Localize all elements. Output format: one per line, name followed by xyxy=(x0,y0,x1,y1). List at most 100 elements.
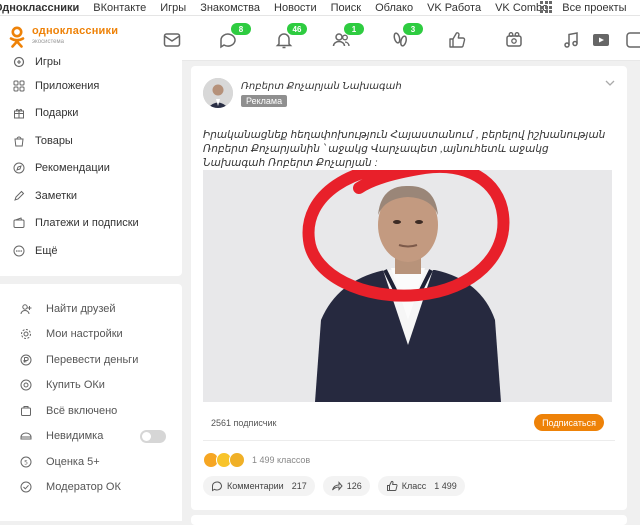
sidebar-item-recommendations[interactable]: Рекомендации xyxy=(0,155,182,183)
reactions-summary[interactable]: 1 499 классов xyxy=(203,452,310,468)
topnav-link-search[interactable]: Поиск xyxy=(331,2,361,14)
tool-my-settings[interactable]: Мои настройки xyxy=(0,322,182,348)
tool-all-included[interactable]: Всё включено xyxy=(0,398,182,424)
logo-subtitle: экосистема xyxy=(32,39,64,45)
post-text: Իրականացնեք հեղափոխություն Հայաստանում ,… xyxy=(203,129,606,169)
top-projects-bar: Одноклассники ВКонтакте Игры Знакомства … xyxy=(0,0,640,16)
more-dots-icon xyxy=(13,245,25,257)
tool-label: Перевести деньги xyxy=(46,353,139,366)
feed-post: Ռոբերտ Քոչարյան Նախագահ Реклама Իրականաց… xyxy=(191,66,627,510)
shares-count: 126 xyxy=(346,481,362,491)
video-icon[interactable] xyxy=(590,29,612,51)
gear-icon xyxy=(20,328,32,340)
subscribe-button[interactable]: Подписаться xyxy=(534,414,604,431)
invisible-toggle[interactable] xyxy=(140,429,166,443)
sidebar-item-gifts[interactable]: Подарки xyxy=(0,100,182,128)
sidebar-item-more[interactable]: Ещё xyxy=(0,237,182,265)
politician-photo xyxy=(203,170,612,402)
user-menu-icon[interactable] xyxy=(624,29,640,51)
gamepad-icon xyxy=(13,56,25,68)
like-button[interactable]: Класс 1 499 xyxy=(377,476,465,496)
sidebar-item-label: Приложения xyxy=(35,79,100,92)
tool-rating-5plus[interactable]: 5 Оценка 5+ xyxy=(0,449,182,475)
author-avatar[interactable] xyxy=(203,78,233,108)
topnav-link-vk-jobs[interactable]: VK Работа xyxy=(427,2,481,14)
next-feed-post xyxy=(191,515,627,525)
tool-transfer-money[interactable]: Перевести деньги xyxy=(0,347,182,373)
reactions-count: 1 499 классов xyxy=(252,455,311,465)
guests-icon[interactable]: 3 xyxy=(389,23,423,51)
gift-icon xyxy=(13,107,25,119)
sidebar-nav: Игры Приложения Подарки Товары Рекоменда… xyxy=(0,52,182,276)
tool-find-friends[interactable]: Найти друзей xyxy=(0,296,182,322)
comments-label: Комментарии xyxy=(227,481,284,491)
rating-5plus-icon: 5 xyxy=(20,456,32,468)
post-author[interactable]: Ռոբերտ Քոչարյան Նախագահ xyxy=(241,81,402,92)
sidebar-tools: Найти друзей Мои настройки Перевести ден… xyxy=(0,284,182,521)
post-image[interactable] xyxy=(203,170,612,402)
topnav-link-news[interactable]: Новости xyxy=(274,2,317,14)
ok-logo-icon xyxy=(8,26,26,48)
comments-count: 217 xyxy=(291,481,307,491)
guests-badge: 3 xyxy=(403,23,423,35)
tool-label: Купить ОКи xyxy=(46,379,105,392)
messages-icon[interactable] xyxy=(161,29,183,51)
sidebar-item-label: Рекомендации xyxy=(35,162,110,175)
likes-icon[interactable] xyxy=(446,29,468,51)
add-friend-icon xyxy=(20,303,32,315)
logo-title: одноклассники xyxy=(32,25,119,37)
sad-reaction-icon xyxy=(229,452,245,468)
tool-label: Мои настройки xyxy=(46,328,123,341)
ok-logo[interactable]: одноклассники экосистема xyxy=(8,26,118,48)
apps-icon xyxy=(13,80,25,92)
likes-count: 1 499 xyxy=(434,481,457,491)
topnav-link-ok[interactable]: Одноклассники xyxy=(0,2,79,14)
tool-label: Невидимка xyxy=(46,430,104,443)
topnav-link-cloud[interactable]: Облако xyxy=(375,2,413,14)
topnav-link-all-projects[interactable]: Все проекты xyxy=(562,2,626,14)
video-call-icon[interactable] xyxy=(503,29,525,51)
wallet-icon xyxy=(13,217,25,229)
topnav-link-games[interactable]: Игры xyxy=(160,2,186,14)
topnav-link-vk[interactable]: ВКонтакте xyxy=(93,2,146,14)
comments-button[interactable]: Комментарии 217 xyxy=(203,476,315,496)
invisible-icon xyxy=(20,430,32,442)
sidebar-item-payments[interactable]: Платежи и подписки xyxy=(0,210,182,238)
post-actions: Комментарии 217 126 Класс 1 499 xyxy=(203,476,473,496)
sidebar-item-label: Заметки xyxy=(35,189,78,202)
music-icon[interactable] xyxy=(560,29,582,51)
friends-icon[interactable]: 1 xyxy=(330,23,364,51)
tool-buy-oki[interactable]: Купить ОКи xyxy=(0,373,182,399)
topnav-link-dating[interactable]: Знакомства xyxy=(200,2,260,14)
moderator-icon xyxy=(20,481,32,493)
subscriber-count: 2561 подписчик xyxy=(211,418,277,428)
tool-label: Оценка 5+ xyxy=(46,455,100,468)
compass-icon xyxy=(13,162,25,174)
notifications-badge: 46 xyxy=(287,23,307,35)
apps-grid-icon[interactable] xyxy=(540,1,552,13)
sidebar-item-label: Платежи и подписки xyxy=(35,217,139,230)
tool-label: Всё включено xyxy=(46,404,118,417)
svg-text:5: 5 xyxy=(24,459,28,466)
likes-label: Класс xyxy=(401,481,427,491)
sidebar-item-label: Ещё xyxy=(35,244,58,257)
sidebar-item-goods[interactable]: Товары xyxy=(0,127,182,155)
pen-icon xyxy=(13,190,25,202)
shopping-bag-icon xyxy=(13,135,25,147)
thumbs-up-icon xyxy=(386,480,398,491)
ok-coin-icon xyxy=(20,379,32,391)
sidebar-item-games[interactable]: Игры xyxy=(0,52,182,72)
sidebar-item-label: Подарки xyxy=(35,107,79,120)
share-button[interactable]: 126 xyxy=(322,476,370,496)
tool-invisible[interactable]: Невидимка xyxy=(0,424,182,450)
money-transfer-icon xyxy=(20,354,32,366)
discussions-icon[interactable]: 8 xyxy=(217,23,251,51)
chevron-down-icon[interactable] xyxy=(605,78,615,88)
tool-moderator[interactable]: Модератор ОК xyxy=(0,475,182,501)
ad-badge: Реклама xyxy=(241,95,288,107)
notifications-icon[interactable]: 46 xyxy=(273,23,307,51)
sidebar-item-notes[interactable]: Заметки xyxy=(0,182,182,210)
sidebar-item-label: Игры xyxy=(35,56,61,68)
sidebar-item-apps[interactable]: Приложения xyxy=(0,72,182,100)
comment-icon xyxy=(211,481,222,492)
